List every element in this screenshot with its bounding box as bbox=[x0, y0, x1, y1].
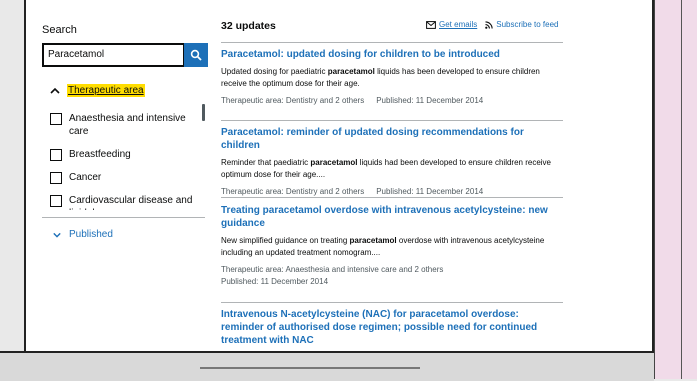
result-description: Reminder that paediatric paracetamol liq… bbox=[221, 157, 563, 181]
chevron-up-icon bbox=[50, 87, 60, 94]
subscription-links: Get emails Subscribe to feed bbox=[426, 20, 559, 29]
result-description: New simplified guidance on treating para… bbox=[221, 235, 563, 259]
result-meta: Therapeutic area: Anaesthesia and intens… bbox=[221, 264, 563, 288]
envelope-icon bbox=[426, 20, 436, 29]
desc-highlight: paracetamol bbox=[310, 158, 358, 167]
result-description: Updated dosing for paediatric paracetamo… bbox=[221, 66, 563, 90]
results-divider bbox=[221, 120, 563, 121]
chevron-down-icon bbox=[53, 232, 61, 238]
result-title-link[interactable]: Paracetamol: updated dosing for children… bbox=[221, 48, 563, 61]
bottom-band bbox=[0, 351, 654, 381]
right-margin-strip bbox=[654, 0, 697, 379]
results-divider bbox=[221, 42, 563, 43]
published-toggle[interactable]: Published bbox=[52, 229, 113, 240]
bottom-mark bbox=[200, 367, 420, 369]
checkbox-option[interactable]: Breastfeeding bbox=[50, 148, 200, 161]
option-label: Cardiovascular disease and lipidology bbox=[69, 195, 193, 210]
desc-text: Reminder that paediatric bbox=[221, 158, 311, 167]
result-item: Paracetamol: reminder of updated dosing … bbox=[221, 126, 563, 198]
result-title-link[interactable]: Intravenous N-acetylcysteine (NAC) for p… bbox=[221, 308, 563, 347]
get-emails-label: Get emails bbox=[439, 20, 478, 29]
published-meta: Published: 11 December 2014 bbox=[221, 277, 329, 286]
option-label: Cancer bbox=[69, 172, 102, 183]
published-meta: Published: 11 December 2014 bbox=[376, 187, 484, 196]
search-icon bbox=[190, 49, 202, 61]
therapeutic-area-meta: Therapeutic area: Dentistry and 2 others bbox=[221, 187, 365, 196]
result-meta: Therapeutic area: Dentistry and 2 others… bbox=[221, 95, 563, 107]
results-divider bbox=[221, 302, 563, 303]
checkbox-option[interactable]: Cancer bbox=[50, 171, 200, 184]
divider bbox=[42, 217, 205, 218]
result-item: Paracetamol: updated dosing for children… bbox=[221, 48, 563, 107]
margin-line bbox=[681, 0, 682, 379]
option-label: Breastfeeding bbox=[69, 149, 131, 160]
filter-panel: Search Paracetamol Therapeutic area Anae… bbox=[42, 14, 215, 334]
result-title-link[interactable]: Treating paracetamol overdose with intra… bbox=[221, 204, 563, 230]
result-title-link[interactable]: Paracetamol: reminder of updated dosing … bbox=[221, 126, 563, 152]
desc-highlight: paracetamol bbox=[349, 236, 397, 245]
results-count: 32 updates bbox=[221, 20, 276, 32]
results-divider bbox=[221, 197, 563, 198]
result-item: Treating paracetamol overdose with intra… bbox=[221, 204, 563, 288]
rss-icon bbox=[485, 20, 493, 29]
search-input[interactable]: Paracetamol bbox=[42, 43, 185, 67]
checkbox-option[interactable]: Anaesthesia and intensive care bbox=[50, 112, 200, 138]
get-emails-link[interactable]: Get emails bbox=[426, 20, 477, 29]
result-item: Intravenous N-acetylcysteine (NAC) for p… bbox=[221, 308, 563, 347]
checkbox-option[interactable]: Cardiovascular disease and lipidology bbox=[50, 194, 200, 210]
therapeutic-area-meta: Therapeutic area: Dentistry and 2 others bbox=[221, 96, 365, 105]
checkbox[interactable] bbox=[50, 195, 62, 207]
checkbox[interactable] bbox=[50, 149, 62, 161]
subscribe-feed-link[interactable]: Subscribe to feed bbox=[485, 20, 559, 29]
search-label: Search bbox=[42, 24, 77, 36]
therapeutic-area-toggle[interactable]: Therapeutic area bbox=[49, 84, 145, 97]
therapeutic-area-meta: Therapeutic area: Anaesthesia and intens… bbox=[221, 265, 444, 274]
published-meta: Published: 11 December 2014 bbox=[376, 96, 484, 105]
section-title: Therapeutic area bbox=[67, 84, 145, 97]
checkbox[interactable] bbox=[50, 113, 62, 125]
published-label: Published bbox=[69, 229, 113, 240]
option-label: Anaesthesia and intensive care bbox=[69, 113, 186, 137]
subscribe-label: Subscribe to feed bbox=[496, 20, 559, 29]
scrollbar-thumb[interactable] bbox=[202, 104, 205, 121]
desc-highlight: paracetamol bbox=[327, 67, 375, 76]
checkbox[interactable] bbox=[50, 172, 62, 184]
search-button[interactable] bbox=[184, 43, 208, 67]
desc-text: Updated dosing for paediatric bbox=[221, 67, 328, 76]
desc-text: New simplified guidance on treating bbox=[221, 236, 350, 245]
